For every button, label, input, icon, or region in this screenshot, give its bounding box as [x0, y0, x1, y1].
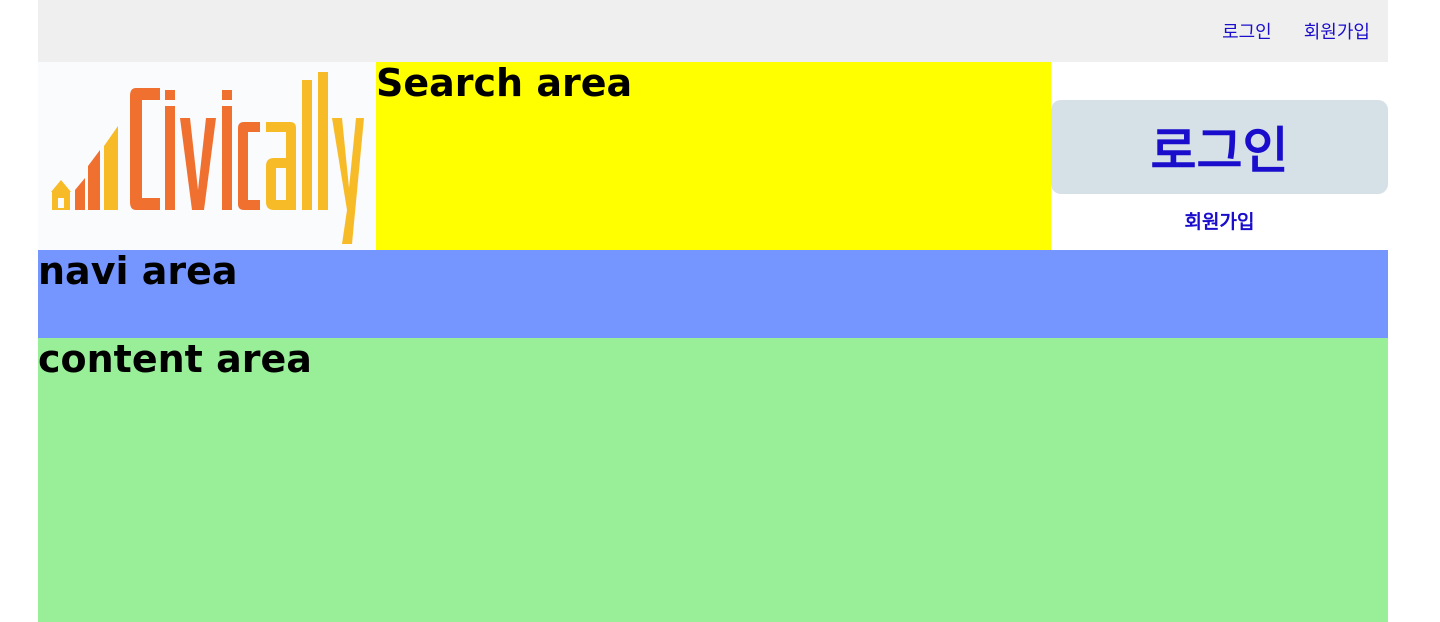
page-wrapper: 로그인 회원가입 Search area 로그인 회원가입 navi area … [38, 0, 1388, 622]
navi-area-title: navi area [38, 249, 238, 293]
signup-link[interactable]: 회원가입 [1051, 207, 1388, 234]
top-login-link[interactable]: 로그인 [1222, 18, 1272, 44]
header: Search area 로그인 회원가입 [38, 61, 1388, 250]
content-area-title: content area [38, 337, 312, 381]
navi-area: navi area [38, 249, 1388, 338]
login-box: 로그인 회원가입 [1051, 62, 1388, 250]
login-button[interactable]: 로그인 [1051, 100, 1388, 194]
search-area-title: Search area [376, 61, 633, 105]
civically-logo-image [51, 72, 364, 244]
content-area: content area [38, 337, 1388, 622]
top-bar: 로그인 회원가입 [38, 0, 1388, 62]
top-signup-link[interactable]: 회원가입 [1304, 18, 1370, 44]
search-area: Search area [376, 61, 1051, 250]
top-links: 로그인 회원가입 [1222, 18, 1370, 44]
logo[interactable] [38, 62, 376, 250]
